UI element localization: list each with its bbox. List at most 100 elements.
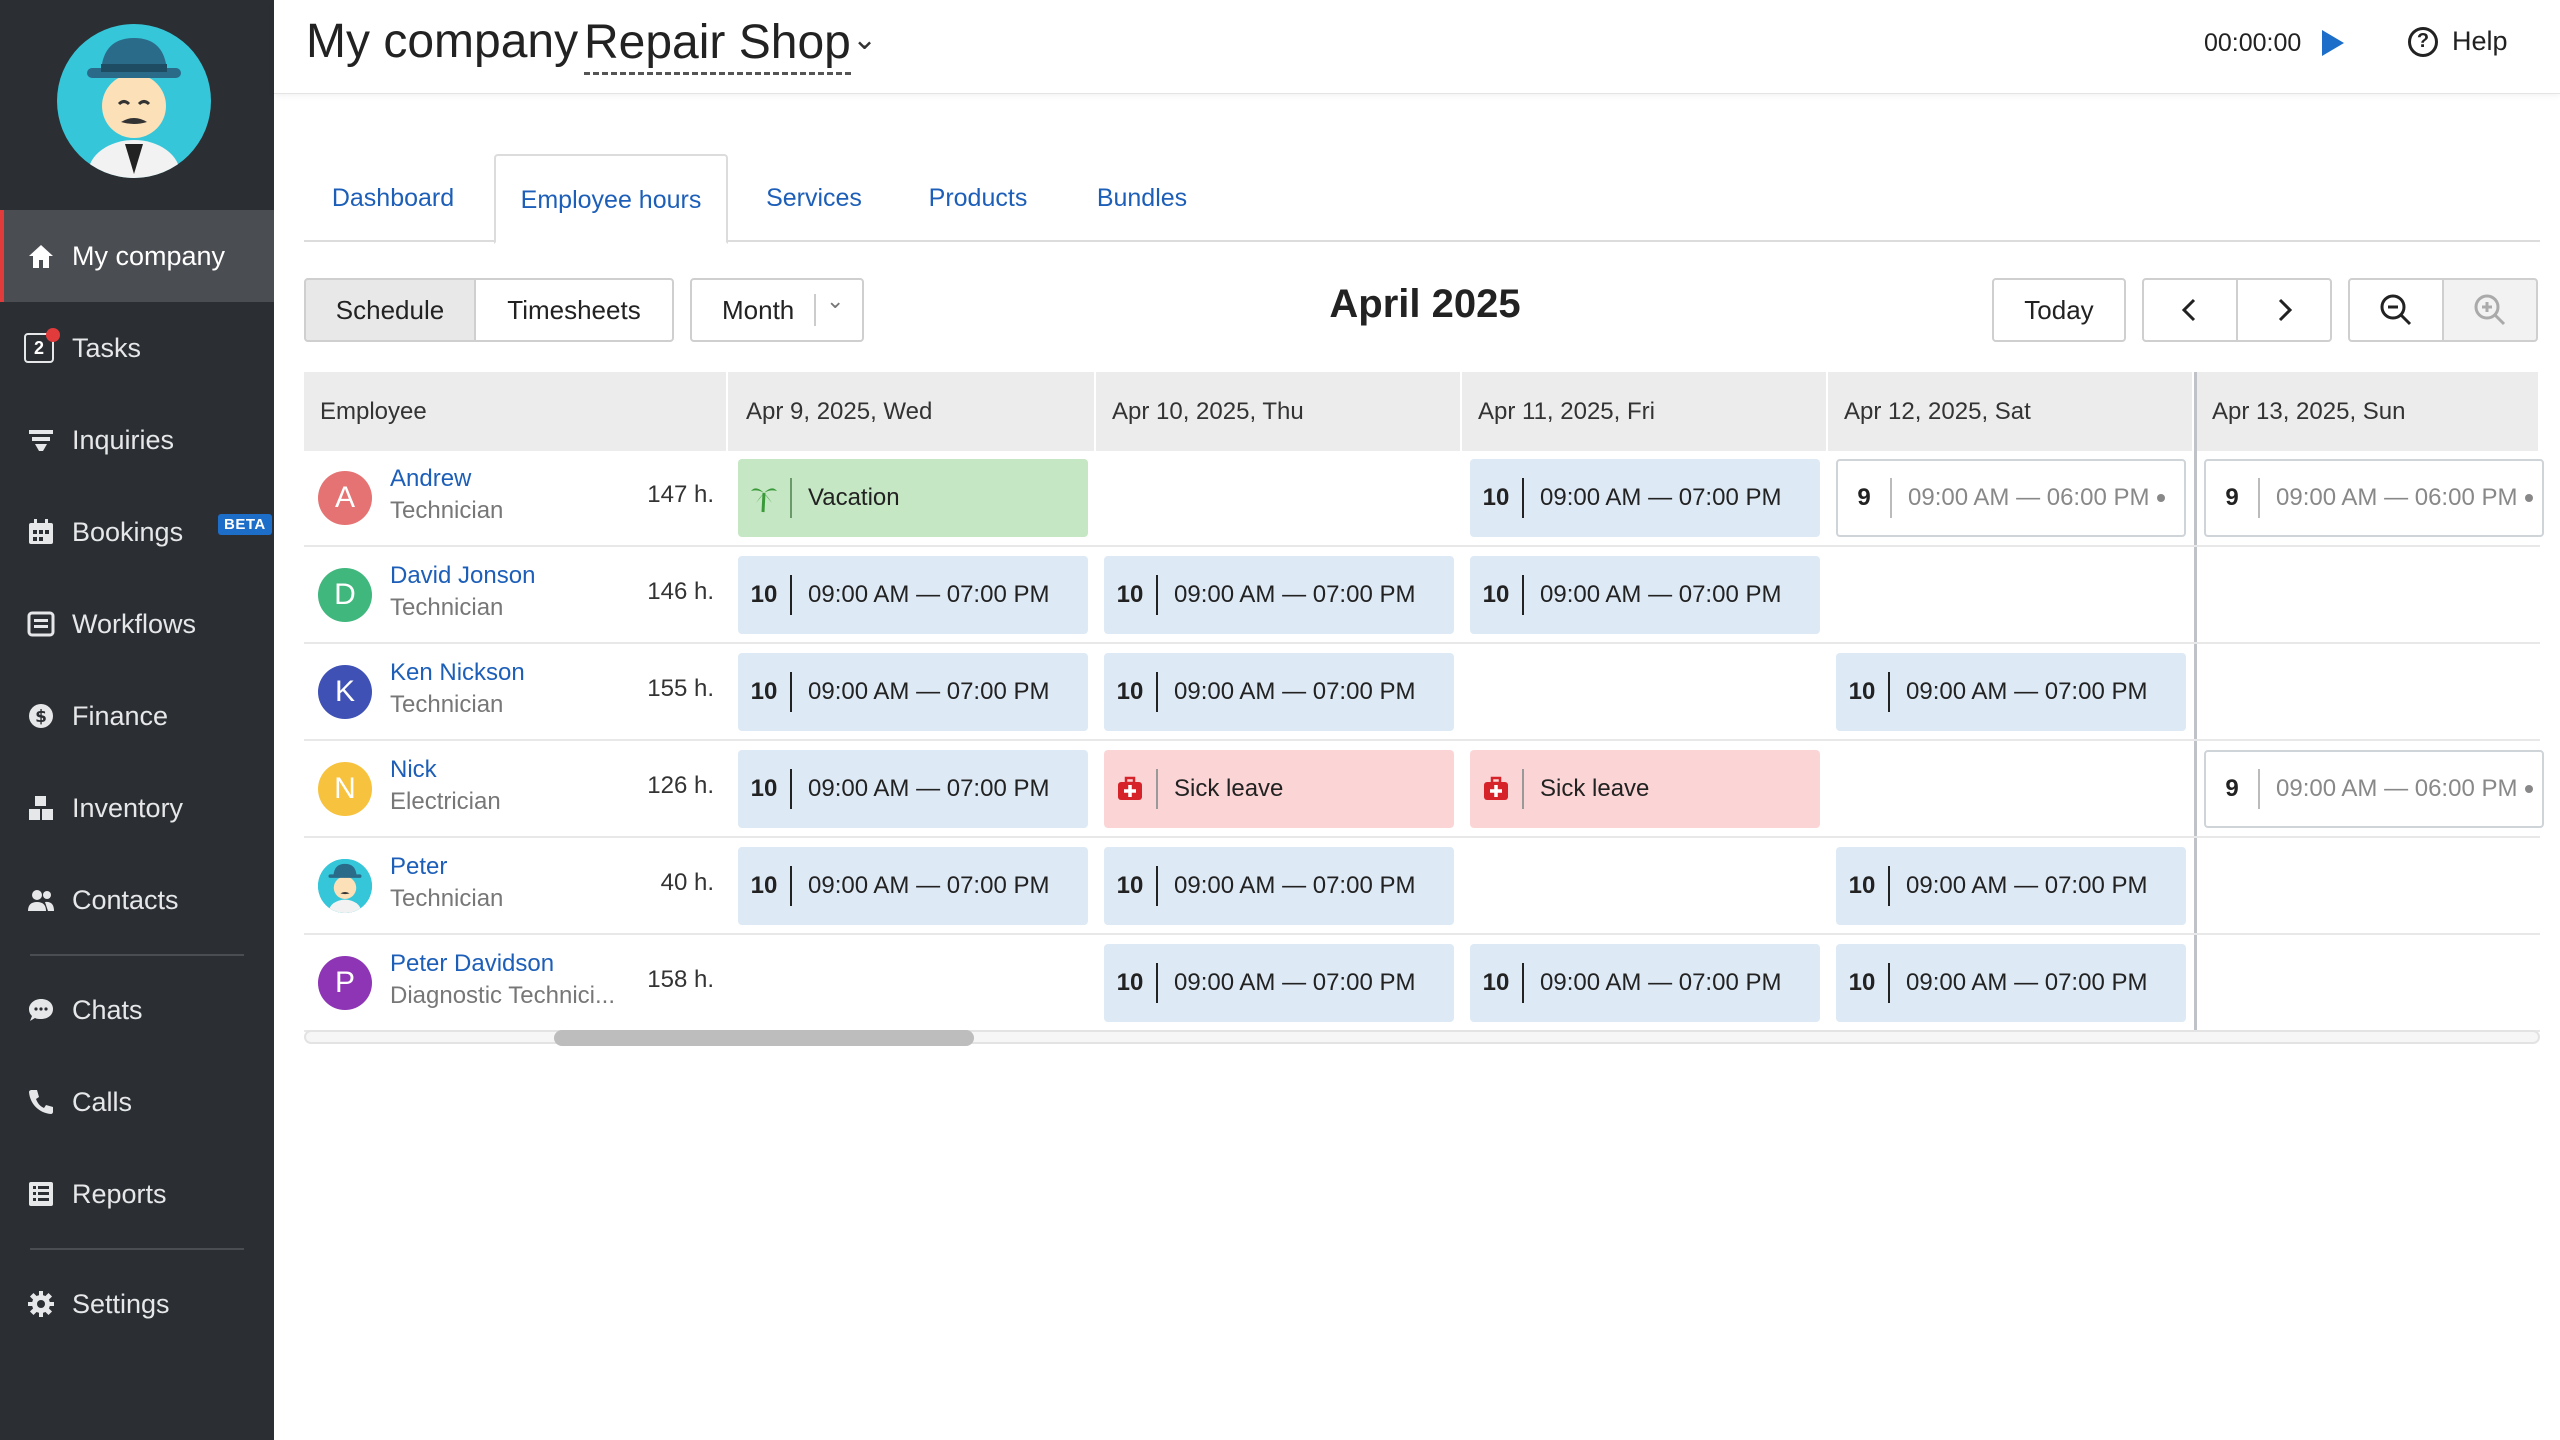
shift-block[interactable]: 10 09:00 AM — 07:00 PM — [1104, 653, 1454, 731]
view-select-value: Month — [722, 294, 795, 325]
sidebar-item-contacts[interactable]: Contacts — [0, 854, 274, 946]
shift-hours: 10 — [1104, 672, 1158, 712]
phone-icon — [24, 1085, 58, 1119]
tab-services[interactable]: Services — [742, 154, 886, 242]
month-title: April 2025 — [1329, 282, 1521, 326]
shift-block[interactable]: 10 09:00 AM — 07:00 PM — [1836, 944, 2186, 1022]
shift-block[interactable]: 10 09:00 AM — 07:00 PM — [1104, 556, 1454, 634]
grid-header: Employee Apr 9, 2025, Wed Apr 10, 2025, T… — [304, 372, 2540, 451]
chevron-right-icon — [2278, 298, 2293, 322]
avatar: N — [318, 762, 372, 816]
shift-block[interactable]: 10 09:00 AM — 07:00 PM — [1470, 556, 1820, 634]
zoom-in-button[interactable] — [2442, 278, 2538, 342]
zoom-in-icon — [2474, 294, 2506, 326]
employee-name-link[interactable]: Peter — [390, 853, 447, 881]
chevron-down-icon[interactable]: ⌄ — [852, 22, 877, 57]
sidebar-item-bookings[interactable]: Bookings BETA — [0, 486, 274, 578]
shift-hours: 10 — [1836, 672, 1890, 712]
employee-name-link[interactable]: Andrew — [390, 465, 471, 493]
sidebar-item-label: Workflows — [72, 608, 197, 639]
sidebar-item-reports[interactable]: Reports — [0, 1148, 274, 1240]
sidebar-item-settings[interactable]: Settings — [0, 1258, 274, 1350]
tab-employee-hours[interactable]: Employee hours — [494, 154, 728, 244]
employee-name-link[interactable]: Nick — [390, 756, 437, 784]
employee-role: Electrician — [390, 788, 501, 815]
shift-time: 09:00 AM — 07:00 PM — [808, 581, 1050, 608]
shift-block[interactable]: 10 09:00 AM — 07:00 PM — [738, 750, 1088, 828]
shop-selector[interactable]: Repair Shop — [584, 14, 851, 75]
sidebar-item-workflows[interactable]: Workflows — [0, 578, 274, 670]
shift-block[interactable]: 10 09:00 AM — 07:00 PM — [738, 653, 1088, 731]
sidebar-item-finance[interactable]: $ Finance — [0, 670, 274, 762]
shift-block[interactable]: 10 09:00 AM — 07:00 PM — [738, 556, 1088, 634]
sidebar: My company 2 Tasks Inquiries Bookings BETA Wor… — [0, 0, 274, 1440]
user-avatar[interactable] — [57, 24, 211, 178]
chevron-left-icon — [2181, 298, 2196, 322]
view-select[interactable]: Month ⌄ — [690, 278, 864, 342]
sidebar-item-label: Contacts — [72, 884, 179, 915]
sidebar-item-calls[interactable]: Calls — [0, 1056, 274, 1148]
tab-products[interactable]: Products — [898, 154, 1058, 242]
play-icon[interactable] — [2322, 30, 2344, 56]
shift-hours: 10 — [738, 672, 792, 712]
shift-hours: 10 — [1104, 575, 1158, 615]
shift-time: 09:00 AM — 07:00 PM — [808, 775, 1050, 802]
timesheets-button[interactable]: Timesheets — [474, 278, 674, 342]
prev-button[interactable] — [2142, 278, 2238, 342]
sidebar-item-inquiries[interactable]: Inquiries — [0, 394, 274, 486]
tab-bundles[interactable]: Bundles — [1070, 154, 1214, 242]
zoom-out-icon — [2380, 294, 2412, 326]
shift-block[interactable]: 10 09:00 AM — 07:00 PM — [1470, 459, 1820, 537]
employee-row: D David Jonson Technician 146 h. 10 09:00 AM … — [304, 548, 2540, 644]
employee-name-link[interactable]: David Jonson — [390, 562, 535, 590]
shift-time: 09:00 AM — 07:00 PM — [1540, 581, 1782, 608]
palm-tree-icon — [738, 478, 792, 518]
zoom-out-button[interactable] — [2348, 278, 2444, 342]
shift-block[interactable]: 10 09:00 AM — 07:00 PM — [1836, 653, 2186, 731]
shift-block[interactable]: 10 09:00 AM — 07:00 PM — [1470, 944, 1820, 1022]
planned-shift-block[interactable]: 9 09:00 AM — 06:00 PM — [2204, 750, 2544, 828]
shift-hours: 10 — [738, 769, 792, 809]
help-button[interactable]: ? Help — [2408, 26, 2508, 57]
scrollbar-thumb[interactable] — [554, 1030, 974, 1046]
sidebar-item-tasks[interactable]: 2 Tasks — [0, 302, 274, 394]
sidebar-item-label: Settings — [72, 1288, 170, 1319]
status-dot-icon — [2525, 494, 2534, 502]
planned-shift-block[interactable]: 9 09:00 AM — 06:00 PM — [1836, 459, 2186, 537]
sidebar-item-label: Inquiries — [72, 424, 175, 455]
svg-text:$: $ — [35, 707, 47, 727]
employee-column-header: Employee — [304, 372, 728, 451]
today-button[interactable]: Today — [1992, 278, 2126, 342]
shift-time: 09:00 AM — 07:00 PM — [1174, 581, 1416, 608]
planned-shift-block[interactable]: 9 09:00 AM — 06:00 PM — [2204, 459, 2544, 537]
shift-time: 09:00 AM — 07:00 PM — [1906, 969, 2148, 996]
avatar: D — [318, 568, 372, 622]
schedule-button[interactable]: Schedule — [304, 278, 476, 342]
shift-block[interactable]: 10 09:00 AM — 07:00 PM — [1104, 847, 1454, 925]
sidebar-item-label: Calls — [72, 1086, 133, 1117]
tab-dashboard[interactable]: Dashboard — [304, 154, 482, 242]
shift-block[interactable]: 10 09:00 AM — 07:00 PM — [1836, 847, 2186, 925]
sidebar-item-chats[interactable]: Chats — [0, 964, 274, 1056]
vacation-block[interactable]: Vacation — [738, 459, 1088, 537]
question-icon: ? — [2408, 26, 2438, 57]
sick-leave-block[interactable]: Sick leave — [1470, 750, 1820, 828]
employee-row: N Nick Electrician 126 h. 10 09:00 AM — 07:00… — [304, 742, 2544, 838]
employee-total-hours: 155 h. — [647, 675, 714, 702]
next-button[interactable] — [2236, 278, 2332, 342]
shift-hours: 9 — [2206, 769, 2260, 809]
avatar: P — [318, 956, 372, 1010]
shift-block[interactable]: 10 09:00 AM — 07:00 PM — [738, 847, 1088, 925]
sidebar-item-inventory[interactable]: Inventory — [0, 762, 274, 854]
shift-time: 09:00 AM — 06:00 PM — [2276, 484, 2518, 511]
shift-block[interactable]: 10 09:00 AM — 07:00 PM — [1104, 944, 1454, 1022]
sidebar-item-my-company[interactable]: My company — [0, 210, 274, 302]
employee-name-link[interactable]: Peter Davidson — [390, 950, 554, 978]
beta-badge: BETA — [218, 514, 272, 535]
avatar — [318, 859, 372, 913]
employee-name-link[interactable]: Ken Nickson — [390, 659, 525, 687]
nav-divider — [30, 1248, 244, 1250]
sick-leave-block[interactable]: Sick leave — [1104, 750, 1454, 828]
shift-time: 09:00 AM — 07:00 PM — [1174, 678, 1416, 705]
status-dot-icon — [2525, 785, 2534, 793]
